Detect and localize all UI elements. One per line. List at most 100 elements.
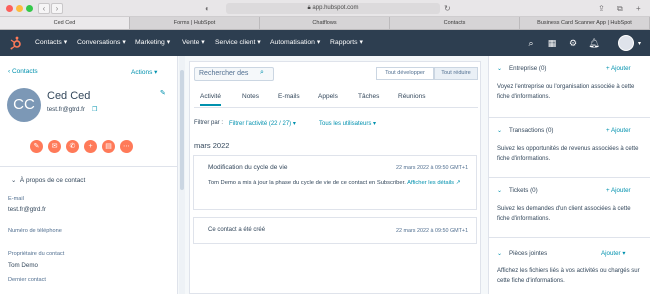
activity-card: Rechercher des ⌕ Tout développer Tout ré… — [189, 61, 481, 294]
event-date: 22 mars 2022 à 09:50 GMT+1 — [396, 228, 469, 234]
about-section-toggle[interactable]: ⌄ À propos de ce contact — [11, 176, 85, 184]
filter-label: Filtrer par : — [194, 120, 224, 126]
browser-tab[interactable]: Forms | HubSpot — [130, 17, 260, 29]
reader-icon[interactable]: ◐ — [205, 3, 210, 14]
chevron-down-icon[interactable]: ▾ — [638, 40, 641, 47]
nav-automatisation[interactable]: Automatisation ▾ — [270, 38, 320, 46]
browser-tab[interactable]: Chatflows — [260, 17, 390, 29]
back-arrow-icon[interactable]: ‹ — [38, 3, 50, 14]
section-entreprise: ⌄ Entreprise (0) + Ajouter Voyez l'entre… — [489, 56, 650, 118]
tab-notes[interactable]: Notes — [242, 93, 259, 100]
section-title[interactable]: Entreprise (0) — [509, 65, 546, 72]
tab-reunions[interactable]: Réunions — [398, 93, 425, 100]
section-attachments: ⌄ Pièces jointes Ajouter ▾ Affichez les … — [489, 238, 650, 294]
minimize-window-button[interactable] — [16, 5, 23, 12]
field-owner-value[interactable]: Tom Demo — [8, 262, 38, 269]
nav-marketing[interactable]: Marketing ▾ — [135, 38, 170, 46]
marketplace-icon[interactable]: ▦ — [546, 37, 558, 49]
browser-toolbar: ‹ › ◐ 🔒︎ app.hubspot.com ↻ ⇪ ⧉ + — [0, 0, 650, 17]
share-icon[interactable]: ⇪ — [598, 3, 605, 14]
nav-conversations[interactable]: Conversations ▾ — [77, 38, 126, 46]
browser-tab[interactable]: Ced Ced — [0, 17, 130, 29]
contact-name[interactable]: Ced Ced — [47, 90, 90, 102]
field-label: Numéro de téléphone — [8, 228, 62, 234]
chevron-down-icon[interactable]: ⌄ — [497, 250, 502, 257]
contact-avatar: CC — [7, 88, 41, 122]
section-description: Suivez les demandes d'un client associée… — [497, 206, 631, 222]
search-icon[interactable]: ⌕ — [525, 37, 537, 49]
copy-icon[interactable]: ❐ — [92, 106, 97, 113]
note-icon[interactable]: ✎ — [30, 140, 43, 153]
filter-activity-dropdown[interactable]: Filtrer l'activité (22 / 27) ▾ — [229, 120, 296, 127]
section-title[interactable]: Pièces jointes — [509, 250, 547, 257]
browser-tab[interactable]: Business Card Scanner App | HubSpot — [520, 17, 650, 29]
associations-sidebar: ⌄ Entreprise (0) + Ajouter Voyez l'entre… — [488, 56, 650, 294]
event-title: Modification du cycle de vie — [208, 164, 288, 171]
section-transactions: ⌄ Transactions (0) + Ajouter Suivez les … — [489, 118, 650, 178]
section-title[interactable]: Tickets (0) — [509, 187, 538, 194]
nav-rapports[interactable]: Rapports ▾ — [330, 38, 363, 46]
collapse-all-button[interactable]: Tout réduire — [434, 67, 478, 80]
reload-icon[interactable]: ↻ — [444, 3, 451, 14]
event-card-lifecycle[interactable]: Modification du cycle de vie 22 mars 202… — [193, 155, 477, 210]
browser-tabs: Ced Ced Forms | HubSpot Chatflows Contac… — [0, 17, 650, 30]
edit-pencil-icon[interactable]: ✎ — [160, 89, 166, 97]
browser-tab[interactable]: Contacts — [390, 17, 520, 29]
user-avatar[interactable] — [618, 35, 634, 51]
expand-all-button[interactable]: Tout développer — [376, 67, 434, 80]
url-text: app.hubspot.com — [312, 5, 359, 11]
section-description: Voyez l'entreprise ou l'organisation ass… — [497, 84, 635, 100]
forward-arrow-icon[interactable]: › — [51, 3, 63, 14]
close-window-button[interactable] — [6, 5, 13, 12]
nav-service-client[interactable]: Service client ▾ — [215, 38, 261, 46]
tab-emails[interactable]: E-mails — [278, 93, 300, 100]
field-label: Dernier contact — [8, 277, 46, 283]
call-icon[interactable]: ✆ — [66, 140, 79, 153]
search-icon[interactable]: ⌕ — [260, 69, 264, 77]
add-attachment-dropdown[interactable]: Ajouter ▾ — [601, 250, 625, 257]
section-tickets: ⌄ Tickets (0) + Ajouter Suivez les deman… — [489, 178, 650, 238]
nav-vente[interactable]: Vente ▾ — [182, 38, 205, 46]
add-deal-button[interactable]: + Ajouter — [606, 127, 631, 134]
section-description: Affichez les fichiers liés à vos activit… — [497, 268, 640, 284]
field-email-value[interactable]: test.fr@gtrd.fr — [8, 206, 46, 213]
settings-gear-icon[interactable]: ⚙ — [567, 37, 579, 49]
filter-users-dropdown[interactable]: Tous les utilisateurs ▾ — [319, 120, 376, 127]
month-heading: mars 2022 — [194, 141, 230, 150]
chevron-down-icon[interactable]: ⌄ — [497, 187, 502, 194]
more-icon[interactable]: ⋯ — [120, 140, 133, 153]
tab-taches[interactable]: Tâches — [358, 93, 379, 100]
add-company-button[interactable]: + Ajouter — [606, 65, 631, 72]
tabs-overview-icon[interactable]: ⧉ — [617, 3, 623, 14]
nav-contacts[interactable]: Contacts ▾ — [35, 38, 67, 46]
divider — [0, 166, 177, 167]
tab-appels[interactable]: Appels — [318, 93, 338, 100]
sidebar-scroll-thumb[interactable] — [180, 70, 184, 190]
new-tab-icon[interactable]: + — [636, 3, 641, 14]
tab-activite[interactable]: Activité — [200, 93, 221, 106]
maximize-window-button[interactable] — [26, 5, 33, 12]
external-link-icon: ↗ — [455, 180, 461, 186]
calendar-icon[interactable]: ▤ — [102, 140, 115, 153]
url-bar[interactable]: 🔒︎ app.hubspot.com — [226, 3, 440, 14]
field-label: Propriétaire du contact — [8, 251, 65, 257]
section-description: Suivez les opportunités de revenus assoc… — [497, 146, 639, 162]
chevron-down-icon[interactable]: ⌄ — [497, 65, 502, 72]
activity-tabs: Activité Notes E-mails Appels Tâches Réu… — [194, 90, 478, 108]
event-title: Ce contact a été créé — [208, 227, 266, 233]
email-icon[interactable]: ✉ — [48, 140, 61, 153]
contact-email: test.fr@gtrd.fr — [47, 106, 85, 113]
notifications-bell-icon[interactable]: 🔔︎ — [588, 37, 600, 49]
event-card-created[interactable]: Ce contact a été créé 22 mars 2022 à 09:… — [193, 217, 477, 244]
add-ticket-button[interactable]: + Ajouter — [606, 187, 631, 194]
contact-sidebar: ‹ Contacts Actions ▾ CC Ced Ced ✎ test.f… — [0, 56, 178, 294]
event-date: 22 mars 2022 à 09:50 GMT+1 — [396, 165, 469, 171]
add-task-icon[interactable]: + — [84, 140, 97, 153]
section-title[interactable]: Transactions (0) — [509, 127, 553, 134]
hubspot-logo-icon[interactable] — [9, 36, 23, 50]
chevron-down-icon[interactable]: ⌄ — [497, 127, 502, 134]
actions-dropdown[interactable]: Actions ▾ — [131, 68, 157, 76]
back-to-contacts-link[interactable]: ‹ Contacts — [8, 68, 38, 75]
show-details-link[interactable]: Afficher les détails ↗ — [407, 180, 460, 186]
activity-panel: Rechercher des ⌕ Tout développer Tout ré… — [189, 61, 481, 294]
